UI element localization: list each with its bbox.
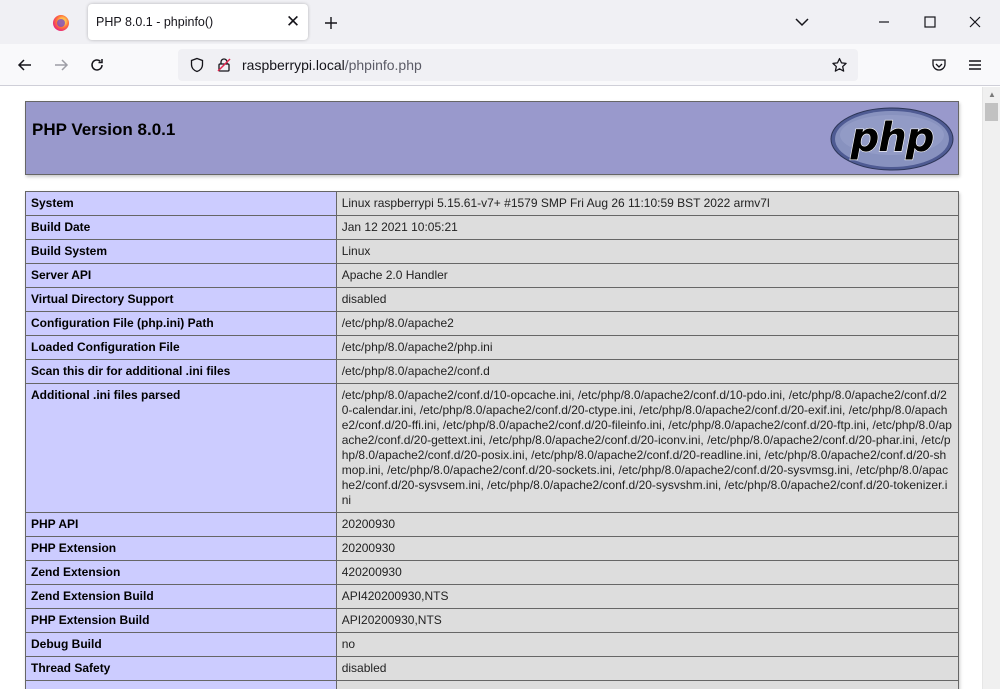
table-row: Build System Linux xyxy=(25,239,960,264)
directive-name: Zend Extension Build xyxy=(25,584,337,609)
directive-name: Thread Safety xyxy=(25,656,337,681)
directive-name: Loaded Configuration File xyxy=(25,335,337,360)
directive-name: Scan this dir for additional .ini files xyxy=(25,359,337,384)
table-row: Zend Extension Build API420200930,NTS xyxy=(25,584,960,609)
table-row: PHP API 20200930 xyxy=(25,512,960,537)
directive-value: /etc/php/8.0/apache2/conf.d xyxy=(335,359,960,384)
directive-value: /etc/php/8.0/apache2/conf.d/10-opcache.i… xyxy=(335,383,960,513)
directive-value: Linux xyxy=(335,239,960,264)
directive-name: Build System xyxy=(25,239,337,264)
directive-value: 420200930 xyxy=(335,560,960,585)
table-row: Loaded Configuration File/etc/php/8.0/ap… xyxy=(25,335,960,360)
directive-name: PHP Extension xyxy=(25,536,337,561)
navigation-toolbar: raspberrypi.local/phpinfo.php xyxy=(0,44,1000,86)
maximize-icon xyxy=(924,16,936,28)
directive-value xyxy=(335,680,960,689)
directive-value: 20200930 xyxy=(335,536,960,561)
close-icon xyxy=(969,16,981,28)
directive-name: PHP API xyxy=(25,512,337,537)
close-icon[interactable]: ✕ xyxy=(282,11,304,33)
directive-name: Configuration File (php.ini) Path xyxy=(25,311,337,336)
new-tab-button[interactable] xyxy=(318,10,344,36)
directive-value: Apache 2.0 Handler xyxy=(335,263,960,288)
directive-name: Build Date xyxy=(25,215,337,240)
page-viewport: PHP Version 8.0.1 php System Linux raspbe… xyxy=(0,87,982,689)
page-title: PHP Version 8.0.1 xyxy=(32,120,176,139)
directive-name: Server API xyxy=(25,263,337,288)
table-row: Additional .ini files parsed/etc/php/8.0… xyxy=(25,383,960,513)
hamburger-menu-icon xyxy=(969,60,981,70)
url-host: raspberrypi.local xyxy=(242,57,345,73)
title-bar: PHP 8.0.1 - phpinfo() ✕ xyxy=(0,0,1000,44)
maximize-button[interactable] xyxy=(910,8,950,36)
app-menu-button[interactable] xyxy=(960,50,990,80)
back-button[interactable] xyxy=(10,50,40,80)
tracking-protection-shield-icon[interactable] xyxy=(182,50,212,80)
directive-value: disabled xyxy=(335,656,960,681)
directive-value: Jan 12 2021 10:05:21 xyxy=(335,215,960,240)
minimize-button[interactable] xyxy=(864,8,904,36)
reload-icon xyxy=(91,59,103,71)
directive-name: Additional .ini files parsed xyxy=(25,383,337,513)
bookmark-star-icon[interactable] xyxy=(826,52,852,78)
scrollbar-thumb[interactable] xyxy=(985,103,998,121)
directive-name xyxy=(25,680,337,689)
directive-name: PHP Extension Build xyxy=(25,608,337,633)
table-row: Debug Build no xyxy=(25,632,960,657)
directive-value: 20200930 xyxy=(335,512,960,537)
directive-name: System xyxy=(25,191,337,216)
tab-phpinfo[interactable]: PHP 8.0.1 - phpinfo() ✕ xyxy=(88,4,308,40)
table-row: Scan this dir for additional .ini files /… xyxy=(25,359,960,384)
url-path: /phpinfo.php xyxy=(344,57,422,73)
directive-value: Linux raspberrypi 5.15.61-v7+ #1579 SMP … xyxy=(335,191,960,216)
directive-value: API20200930,NTS xyxy=(335,608,960,633)
url-text[interactable]: raspberrypi.local/phpinfo.php xyxy=(242,57,422,73)
php-logo[interactable]: php xyxy=(830,107,954,171)
tab-title: PHP 8.0.1 - phpinfo() xyxy=(96,15,214,29)
arrow-right-icon xyxy=(55,59,69,71)
minimize-icon xyxy=(879,21,889,23)
firefox-icon xyxy=(53,15,69,31)
phpinfo-content: PHP Version 8.0.1 php System Linux raspbe… xyxy=(25,101,960,689)
pocket-icon xyxy=(932,59,946,71)
php-version-header: PHP Version 8.0.1 php xyxy=(25,101,959,175)
page-scrollbar[interactable]: ▲ xyxy=(982,87,1000,689)
scroll-up-arrow-icon[interactable]: ▲ xyxy=(983,87,1000,101)
table-row: Server API Apache 2.0 Handler xyxy=(25,263,960,288)
table-row: Build Date Jan 12 2021 10:05:21 xyxy=(25,215,960,240)
directive-value: /etc/php/8.0/apache2 xyxy=(335,311,960,336)
directive-name: Zend Extension xyxy=(25,560,337,585)
arrow-left-icon xyxy=(17,59,31,71)
url-bar[interactable]: raspberrypi.local/phpinfo.php xyxy=(178,49,858,81)
table-row: System Linux raspberrypi 5.15.61-v7+ #157… xyxy=(25,191,960,216)
table-row: Thread Safety disabled xyxy=(25,656,960,681)
reload-button[interactable] xyxy=(82,50,112,80)
php-logo-text: php xyxy=(850,115,934,161)
table-row: Zend Extension 420200930 xyxy=(25,560,960,585)
table-row: PHP Extension 20200930 xyxy=(25,536,960,561)
window-close-button[interactable] xyxy=(955,8,995,36)
table-row: PHP Extension Build API20200930,NTS xyxy=(25,608,960,633)
plus-icon xyxy=(325,17,337,29)
table-row: Configuration File (php.ini) Path/etc/ph… xyxy=(25,311,960,336)
chevron-down-icon xyxy=(795,18,809,27)
directive-name: Debug Build xyxy=(25,632,337,657)
directive-value: API420200930,NTS xyxy=(335,584,960,609)
list-all-tabs-button[interactable] xyxy=(782,8,822,36)
firefox-view-tab[interactable] xyxy=(40,6,82,40)
directive-value: disabled xyxy=(335,287,960,312)
table-row: Virtual Directory Support disabled xyxy=(25,287,960,312)
info-table: System Linux raspberrypi 5.15.61-v7+ #157… xyxy=(25,191,960,689)
forward-button[interactable] xyxy=(46,50,76,80)
table-row xyxy=(25,680,960,689)
pocket-button[interactable] xyxy=(924,50,954,80)
directive-value: no xyxy=(335,632,960,657)
insecure-lock-icon[interactable] xyxy=(212,50,236,80)
directive-value: /etc/php/8.0/apache2/php.ini xyxy=(335,335,960,360)
directive-name: Virtual Directory Support xyxy=(25,287,337,312)
